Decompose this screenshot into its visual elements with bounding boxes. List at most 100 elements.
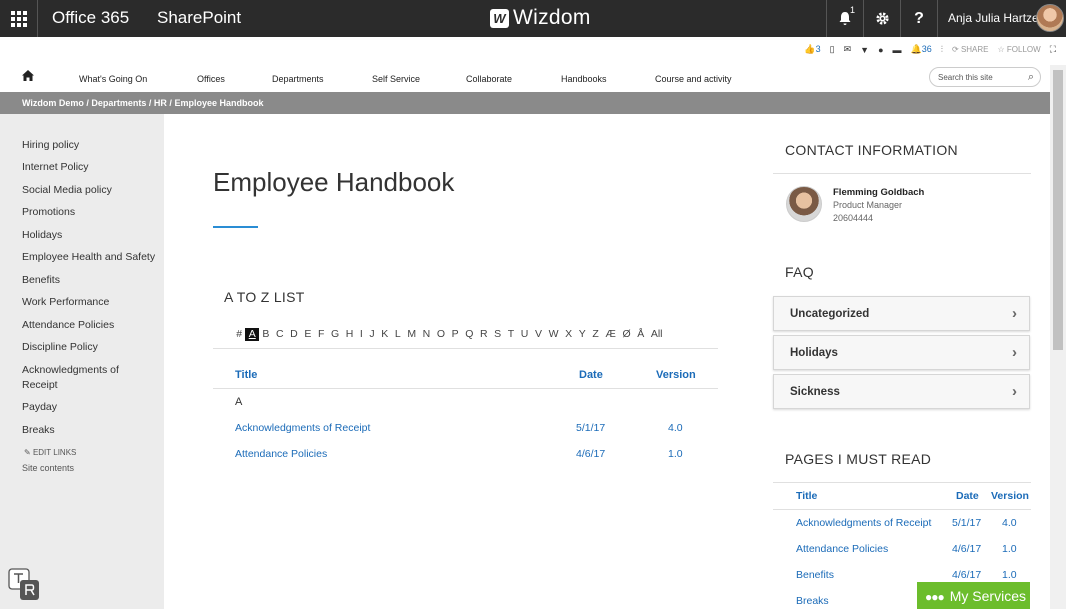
letter-filter-item[interactable]: U [518, 328, 532, 341]
letter-filter-item[interactable]: X [562, 328, 576, 341]
must-read-row-title[interactable]: Attendance Policies [796, 543, 888, 555]
letter-filter-item[interactable]: J [366, 328, 378, 341]
letter-filter-item[interactable]: B [259, 328, 273, 341]
leftnav-item-holidays[interactable]: Holidays [22, 228, 157, 243]
office365-link[interactable]: Office 365 [52, 8, 129, 28]
letter-filter-item[interactable]: V [532, 328, 546, 341]
letter-filter-item[interactable]: I [357, 328, 367, 341]
letter-filter-item[interactable]: All [648, 328, 666, 341]
sync-icon: ⟳ [952, 45, 959, 54]
letter-filter-item[interactable]: # [233, 328, 245, 341]
az-row-title[interactable]: Attendance Policies [235, 448, 327, 460]
sharepoint-link[interactable]: SharePoint [157, 8, 241, 28]
letter-filter-item[interactable]: D [287, 328, 301, 341]
leftnav-item-work-performance[interactable]: Work Performance [22, 295, 157, 310]
user-name[interactable]: Anja Julia Hartzell [948, 11, 1044, 25]
alerts-button[interactable]: 🔔36 [911, 44, 932, 55]
letter-filter-item[interactable]: P [448, 328, 462, 341]
letter-filter-item[interactable]: G [328, 328, 343, 341]
user-avatar[interactable] [1036, 4, 1064, 32]
letter-filter-item[interactable]: R [477, 328, 491, 341]
page-scrollbar[interactable] [1050, 65, 1066, 609]
edit-links-button[interactable]: ✎ EDIT LINKS [24, 448, 76, 457]
nav-item-offices[interactable]: Offices [197, 74, 225, 84]
letter-filter-item[interactable]: Y [575, 328, 589, 341]
follow-button[interactable]: ☆ FOLLOW [998, 45, 1041, 54]
translate-icon[interactable] [8, 568, 40, 602]
settings-button[interactable] [863, 0, 900, 37]
contact-name[interactable]: Flemming Goldbach [833, 187, 924, 198]
must-read-row-title[interactable]: Acknowledgments of Receipt [796, 517, 931, 529]
letter-filter-item[interactable]: Æ [602, 328, 619, 341]
letter-filter-item[interactable]: O [434, 328, 449, 341]
leftnav-item-breaks[interactable]: Breaks [22, 423, 157, 438]
must-read-row-title[interactable]: Breaks [796, 595, 829, 607]
likes-button[interactable]: 👍3 [804, 44, 820, 55]
leftnav-item-employee-health-and-safety[interactable]: Employee Health and Safety [22, 250, 157, 265]
leftnav-item-promotions[interactable]: Promotions [22, 205, 157, 220]
notifications-button[interactable]: 1 [826, 0, 863, 37]
page-actions: 👍3 ▯ ✉ ▼ ● ▬ 🔔36 ⫶ ⟳ SHARE ☆ FOLLOW ⛶ [804, 44, 1056, 55]
nav-item-collaborate[interactable]: Collaborate [466, 74, 512, 84]
help-button[interactable]: ? [900, 0, 937, 37]
breadcrumb[interactable]: Wizdom Demo / Departments / HR / Employe… [0, 92, 1050, 114]
leftnav-item-payday[interactable]: Payday [22, 400, 157, 415]
az-column-date[interactable]: Date [579, 369, 603, 381]
letter-filter-item[interactable]: H [342, 328, 356, 341]
letter-filter-item[interactable]: C [273, 328, 287, 341]
az-column-title[interactable]: Title [235, 369, 257, 381]
letter-filter-item[interactable]: Z [589, 328, 602, 341]
nav-item-course-and-activity[interactable]: Course and activity [655, 74, 732, 84]
nav-item-self-service[interactable]: Self Service [372, 74, 420, 84]
letter-filter-item[interactable]: Ø [619, 328, 634, 341]
letter-filter-item[interactable]: K [378, 328, 392, 341]
leftnav-item-internet-policy[interactable]: Internet Policy [22, 160, 157, 175]
mobile-icon[interactable]: ▯ [830, 44, 835, 55]
az-column-version[interactable]: Version [656, 369, 696, 381]
letter-filter-item[interactable]: A [245, 328, 260, 341]
leftnav-item-discipline-policy[interactable]: Discipline Policy [22, 340, 157, 355]
faq-item-holidays[interactable]: Holidays › [773, 335, 1030, 370]
home-icon[interactable] [21, 69, 35, 83]
faq-item-sickness[interactable]: Sickness › [773, 374, 1030, 409]
nav-item-handbooks[interactable]: Handbooks [561, 74, 607, 84]
az-row-title[interactable]: Acknowledgments of Receipt [235, 422, 370, 434]
mail-icon[interactable]: ✉ [844, 44, 852, 55]
letter-filter-item[interactable]: N [419, 328, 433, 341]
letter-filter-item[interactable]: T [504, 328, 517, 341]
app-launcher-button[interactable] [0, 0, 37, 37]
leftnav-item-social-media-policy[interactable]: Social Media policy [22, 183, 157, 198]
sliders-icon[interactable]: ⫶ [941, 44, 943, 55]
letter-filter-item[interactable]: M [404, 328, 419, 341]
letter-filter-item[interactable]: W [545, 328, 562, 341]
focus-icon[interactable]: ⛶ [1050, 44, 1056, 55]
nav-item-whats-going-on[interactable]: What's Going On [79, 74, 147, 84]
scrollbar-thumb[interactable] [1053, 70, 1063, 350]
my-services-button[interactable]: ●●● My Services [917, 582, 1030, 609]
share-button[interactable]: ⟳ SHARE [952, 45, 989, 54]
person-icon[interactable]: ● [878, 45, 883, 55]
leftnav-item-hiring-policy[interactable]: Hiring policy [22, 138, 157, 153]
must-read-column-title[interactable]: Title [796, 490, 817, 502]
must-read-column-date[interactable]: Date [956, 490, 979, 502]
filter-icon[interactable]: ▼ [860, 45, 869, 55]
comment-icon[interactable]: ▬ [893, 45, 902, 55]
leftnav-item-benefits[interactable]: Benefits [22, 273, 157, 288]
letter-filter-item[interactable]: L [392, 328, 404, 341]
search-icon[interactable]: ⌕ [1028, 71, 1034, 84]
must-read-column-version[interactable]: Version [991, 490, 1029, 502]
faq-item-uncategorized[interactable]: Uncategorized › [773, 296, 1030, 331]
letter-filter-item[interactable]: S [491, 328, 505, 341]
contact-heading: CONTACT INFORMATION [785, 142, 958, 158]
search-input[interactable]: Search this site ⌕ [929, 67, 1041, 87]
letter-filter-item[interactable]: Å [634, 328, 648, 341]
must-read-row-title[interactable]: Benefits [796, 569, 834, 581]
site-contents-link[interactable]: Site contents [22, 463, 74, 473]
wizdom-logo[interactable]: W Wizdom [490, 6, 591, 30]
nav-item-departments[interactable]: Departments [272, 74, 324, 84]
leftnav-item-acknowledgments-of-receipt[interactable]: Acknowledgments of Receipt [22, 363, 140, 393]
letter-filter-item[interactable]: F [315, 328, 328, 341]
letter-filter-item[interactable]: Q [462, 328, 477, 341]
leftnav-item-attendance-policies[interactable]: Attendance Policies [22, 318, 157, 333]
letter-filter-item[interactable]: E [301, 328, 315, 341]
